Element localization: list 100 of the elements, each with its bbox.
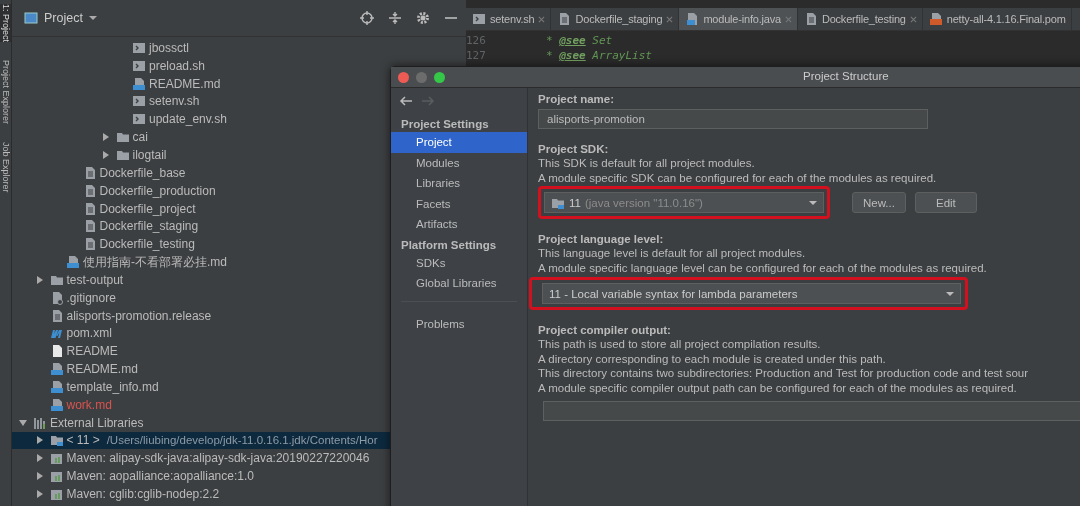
folder-icon [115,130,130,145]
line-number: 127 [466,48,487,63]
tree-item[interactable]: template_info.md [66,379,159,394]
tree-item[interactable]: Maven: cglib:cglib-nodep:2.2 [66,487,220,501]
tree-item[interactable]: update_env.sh [149,112,227,127]
help-text: This SDK is default for all project modules. [538,156,756,171]
close-button[interactable] [398,71,409,83]
tool-window-tab[interactable]: Job Explorer [0,142,11,193]
tree-item[interactable]: pom.xml [66,326,112,341]
libraries-icon [33,415,47,430]
collapsed-arrow-icon[interactable] [35,436,44,445]
sidebar-item[interactable]: Facets [391,193,527,214]
collapsed-arrow-icon[interactable] [35,490,44,498]
dialog-button[interactable]: Edit [914,192,977,213]
script-file-icon [132,94,146,109]
java-file-icon [685,12,700,26]
back-arrow-icon[interactable] [399,94,413,108]
settings-icon[interactable] [416,11,430,25]
field-label: Project compiler output: [538,323,672,337]
tree-item[interactable]: Maven: alipay-sdk-java:alipay-sdk-java:20190227220046 [66,451,370,466]
help-text: This path is used to store all project compilation results. [538,337,822,352]
collapsed-arrow-icon[interactable] [101,151,110,159]
collapse-icon[interactable] [388,11,402,25]
tree-item[interactable]: Dockerfile_production [99,183,216,198]
markdown-file-icon [49,379,64,394]
collapsed-arrow-icon[interactable] [101,133,110,142]
crosshair-icon[interactable] [360,11,374,25]
folder-icon [115,148,130,162]
section-heading: Platform Settings [400,237,498,253]
tree-item[interactable]: test-output [66,272,124,287]
help-text: A directory corresponding to each module is created under this path. [538,351,887,366]
library-icon [49,487,64,501]
library-icon [49,451,64,466]
tree-item[interactable]: Maven: aopalliance:aopalliance:1.0 [66,469,254,484]
editor-tab[interactable]: module-info.java [679,8,798,30]
sidebar-item[interactable]: Problems [391,313,527,334]
tree-item[interactable]: .gitignore [66,290,116,305]
tree-item[interactable]: Dockerfile_base [99,165,186,180]
script-file-icon [132,58,146,73]
library-icon [49,469,64,484]
tree-item[interactable]: alisports-promotion.release [66,308,212,323]
dropdown[interactable]: 11 - Local variable syntax for lambda parameters [542,283,961,304]
help-text: This language level is default for all project modules. [538,246,807,261]
tool-window-tab[interactable]: 1: Project [0,4,11,43]
window-icon [24,11,38,25]
text-field[interactable] [543,401,1080,421]
tree-item[interactable]: jbossctl [149,40,189,55]
expanded-arrow-icon[interactable] [19,418,27,427]
dropdown-arrow-icon[interactable] [946,290,954,297]
sdk-folder-icon [49,433,64,448]
tree-item[interactable]: External Libraries [50,415,144,430]
field-label: Project language level: [538,232,665,246]
xml-file-icon [928,12,943,26]
zoom-button[interactable] [434,71,445,83]
path-text: /Users/liubing/develop/jdk-11.0.16.1.jdk/Contents/Hor [106,434,378,447]
section-heading: Project Settings [400,117,490,132]
sidebar-item[interactable]: SDKs [391,252,527,273]
dialog-button[interactable]: New... [852,192,906,213]
tree-item[interactable]: 使用指南-不看部署必挂.md [83,253,227,271]
tree-item[interactable]: README.md [66,362,138,377]
collapsed-arrow-icon[interactable] [35,275,44,284]
tree-item[interactable]: Dockerfile_testing [99,237,195,252]
dropdown-arrow-icon[interactable] [809,199,817,206]
sidebar-item[interactable]: Modules [391,152,527,173]
text-field[interactable]: alisports-promotion [538,109,928,129]
caret-icon[interactable] [88,15,97,21]
markdown-file-icon [132,76,146,91]
collapsed-arrow-icon[interactable] [35,472,44,481]
code-line: * @see ArrayList [546,48,652,63]
tree-item[interactable]: ilogtail [132,148,167,162]
help-text: A module specific SDK can be configured for each of the modules as required. [538,170,938,185]
panel-title[interactable]: Project [44,11,83,25]
tree-item[interactable]: Dockerfile_project [99,201,196,216]
code-line: * @see Set [546,33,613,48]
tree-item[interactable]: Dockerfile_staging [99,219,199,234]
tool-window-tab[interactable]: Project Explorer [0,60,11,125]
sidebar-item[interactable]: Project [391,132,527,153]
tree-item[interactable]: README.md [149,76,221,91]
help-text: This directory contains two subdirectories: Production and Test for production code and test sour [538,366,1030,381]
text-file-icon [557,12,572,26]
editor-tab[interactable]: setenv.sh [466,8,552,30]
sidebar-item[interactable]: Artifacts [391,214,527,235]
tree-item[interactable]: README [66,344,118,359]
dropdown[interactable]: 11 (java version "11.0.16") [544,192,824,213]
tree-item[interactable]: < 11 > [66,433,100,448]
sidebar-item[interactable]: Libraries [391,173,527,194]
editor-tab[interactable]: netty-all-4.1.16.Final.pom [922,8,1072,30]
markdown-file-icon [66,255,80,270]
tree-item[interactable]: cai [132,130,148,145]
tree-item[interactable]: preload.sh [149,58,206,73]
help-text: A module specific language level can be configured for each of the modules as required. [538,260,988,275]
markdown-file-icon [49,397,64,412]
line-number: 126 [466,33,487,48]
editor-tab[interactable]: Dockerfile_testing [797,8,923,30]
field-label: Project SDK: [538,142,610,156]
script-file-icon [132,112,146,127]
help-text: A module specific compiler output path can be configured for each of the modules as required. [538,380,1018,395]
sidebar-item[interactable]: Global Libraries [391,273,527,294]
collapsed-arrow-icon[interactable] [35,454,44,463]
tree-item[interactable]: setenv.sh [149,94,200,109]
